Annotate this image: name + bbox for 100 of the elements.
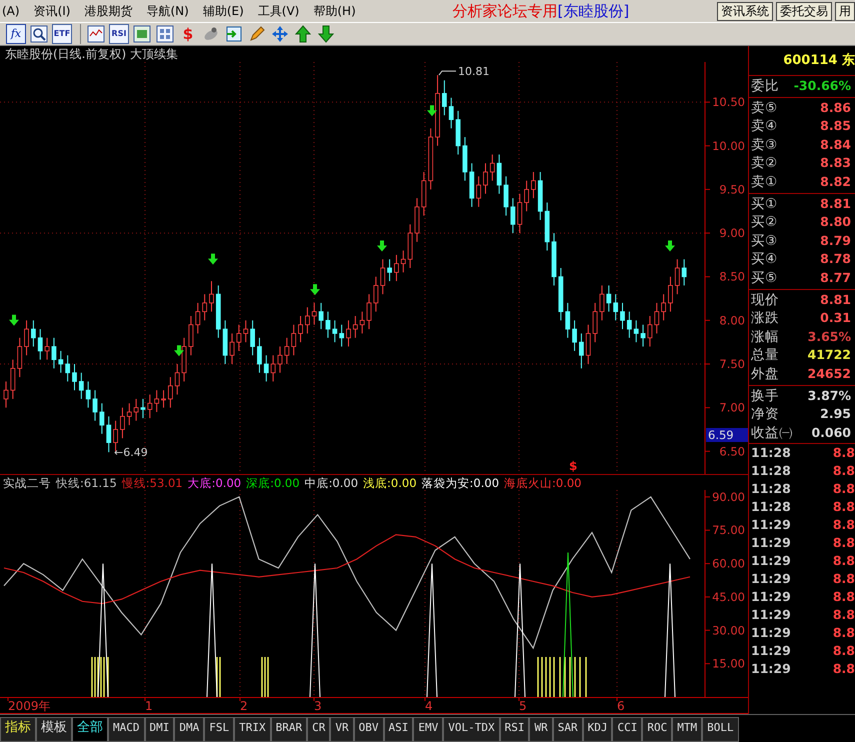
down-arrow-icon bbox=[9, 314, 19, 326]
indicator-tab[interactable]: SAR bbox=[552, 717, 583, 742]
quote-value: 24652 bbox=[808, 364, 851, 383]
indicator-axis-label: 75.00 bbox=[712, 523, 745, 538]
header-button[interactable]: 资讯系统 bbox=[717, 2, 773, 20]
quote-value: 8.81 bbox=[820, 290, 851, 309]
candlestick bbox=[668, 276, 673, 312]
toolbar-button[interactable]: ETF bbox=[52, 24, 72, 44]
window-icon[interactable] bbox=[132, 24, 152, 44]
price-axis-label: 7.50 bbox=[719, 357, 745, 372]
banner-stock-name: [东睦股份] bbox=[558, 2, 630, 20]
indicator-value: 深底:0.00 bbox=[246, 476, 300, 490]
price-axis-label: 8.00 bbox=[719, 313, 745, 328]
indicator-tab[interactable]: MTM bbox=[672, 717, 702, 742]
pencil-icon[interactable] bbox=[247, 24, 267, 44]
candlestick bbox=[674, 258, 680, 295]
quote-value: 3.65% bbox=[808, 328, 851, 346]
indicator-tab[interactable]: TRIX bbox=[234, 717, 271, 742]
candlestick bbox=[626, 311, 632, 338]
export-icon[interactable] bbox=[224, 24, 244, 44]
menu-item[interactable]: 导航(N) bbox=[144, 0, 201, 22]
indicator-tab[interactable]: CR bbox=[307, 717, 330, 742]
header-button[interactable]: 委托交易 bbox=[776, 2, 832, 20]
indicator-value: 中底:0.00 bbox=[304, 476, 358, 490]
quote-label: 卖② bbox=[751, 154, 778, 173]
indicator-value: 浅底:0.00 bbox=[363, 476, 417, 490]
quote-label: 净资 bbox=[751, 405, 779, 424]
candlestick bbox=[476, 176, 482, 208]
menu-item[interactable]: 工具(V) bbox=[256, 0, 312, 22]
indicator-tab[interactable]: VR bbox=[330, 717, 354, 742]
indicator-tab[interactable]: RSI bbox=[500, 717, 530, 742]
indicator-tab[interactable]: DMI bbox=[144, 717, 174, 742]
quote-value: 8.82 bbox=[820, 172, 851, 191]
candlestick bbox=[572, 320, 577, 352]
candlestick bbox=[291, 324, 296, 356]
menu-item[interactable]: 港股期货 bbox=[82, 0, 144, 22]
candlestick bbox=[531, 171, 536, 199]
menu-item[interactable]: 帮助(H) bbox=[311, 0, 368, 22]
indicator-axis-label: 45.00 bbox=[712, 590, 745, 604]
price-axis-label: 8.50 bbox=[719, 270, 745, 284]
tick-time: 11:29 bbox=[751, 588, 791, 606]
menu-item[interactable]: (A) bbox=[0, 0, 32, 22]
quote-value: 8.85 bbox=[820, 117, 851, 136]
indicator-tab[interactable]: ROC bbox=[642, 717, 672, 742]
tick-price: 8.8 bbox=[832, 588, 855, 606]
menu-item[interactable]: 辅助(E) bbox=[200, 0, 256, 22]
indicator-tab[interactable]: OBV bbox=[354, 717, 384, 742]
candlestick bbox=[78, 372, 84, 400]
candlestick bbox=[100, 402, 104, 434]
candlestick bbox=[592, 302, 598, 343]
indicator-tab[interactable]: MACD bbox=[108, 717, 144, 742]
indicator-tab[interactable]: CCI bbox=[612, 717, 642, 742]
quote-label: 现价 bbox=[751, 290, 779, 310]
candlestick bbox=[52, 337, 56, 369]
candlestick bbox=[24, 320, 29, 356]
indicator-tab[interactable]: EMV bbox=[413, 717, 444, 742]
indicator-tab[interactable]: BRAR bbox=[270, 717, 308, 742]
indicator-value: 海底火山:0.00 bbox=[504, 476, 582, 490]
menu-item[interactable]: 资讯(I) bbox=[32, 0, 82, 22]
grid-icon[interactable] bbox=[155, 24, 175, 44]
candlestick bbox=[284, 337, 290, 365]
header-button[interactable]: 用 bbox=[835, 2, 855, 20]
candlestick bbox=[195, 302, 200, 334]
tick-price: 8.8 bbox=[832, 606, 855, 624]
quote-label: 涨跌 bbox=[751, 309, 779, 328]
quote-label: 收益㈠ bbox=[751, 424, 793, 442]
date-axis-label: 6 bbox=[617, 699, 625, 713]
candlestick bbox=[620, 302, 625, 330]
panel-label[interactable]: 指标 bbox=[0, 717, 36, 742]
formula-button[interactable]: fx bbox=[6, 24, 26, 44]
candlestick bbox=[154, 390, 160, 413]
search-icon[interactable] bbox=[29, 24, 49, 44]
up-arrow-icon[interactable] bbox=[293, 24, 313, 44]
toolbar-button[interactable]: RSI bbox=[109, 24, 129, 44]
candlestick bbox=[579, 332, 584, 369]
indicator-tab[interactable]: WR bbox=[529, 717, 553, 742]
down-arrow-icon bbox=[310, 284, 320, 296]
quote-label: 涨幅 bbox=[751, 328, 779, 346]
date-axis-label: 3 bbox=[314, 699, 322, 713]
indicator-tab[interactable]: BOLL bbox=[702, 717, 739, 742]
price-axis-label: 6.50 bbox=[719, 444, 745, 458]
indicator-name: 实战二号 bbox=[3, 476, 51, 490]
move-icon[interactable] bbox=[270, 24, 290, 44]
indicator-tab[interactable]: DMA bbox=[174, 717, 204, 742]
tick-time: 11:29 bbox=[751, 624, 791, 642]
candlestick bbox=[312, 302, 317, 326]
candlestick bbox=[634, 320, 639, 343]
down-arrow-icon bbox=[174, 345, 184, 356]
quote-value: 2.95 bbox=[820, 405, 851, 424]
signal-marker: $ bbox=[569, 459, 578, 473]
indicator-tab[interactable]: FSL bbox=[204, 717, 234, 742]
down-arrow-icon[interactable] bbox=[316, 24, 336, 44]
indicator-tab[interactable]: 模板 bbox=[36, 717, 72, 742]
candlestick bbox=[120, 407, 125, 439]
indicator-tab[interactable]: 全部 bbox=[72, 717, 108, 742]
indicator-tab[interactable]: ASI bbox=[384, 717, 414, 742]
indicator-tab[interactable]: VOL-TDX bbox=[443, 717, 500, 742]
indicator-tab[interactable]: KDJ bbox=[582, 717, 612, 742]
price-axis-label: 10.00 bbox=[712, 138, 745, 153]
chart-icon[interactable] bbox=[86, 24, 106, 44]
